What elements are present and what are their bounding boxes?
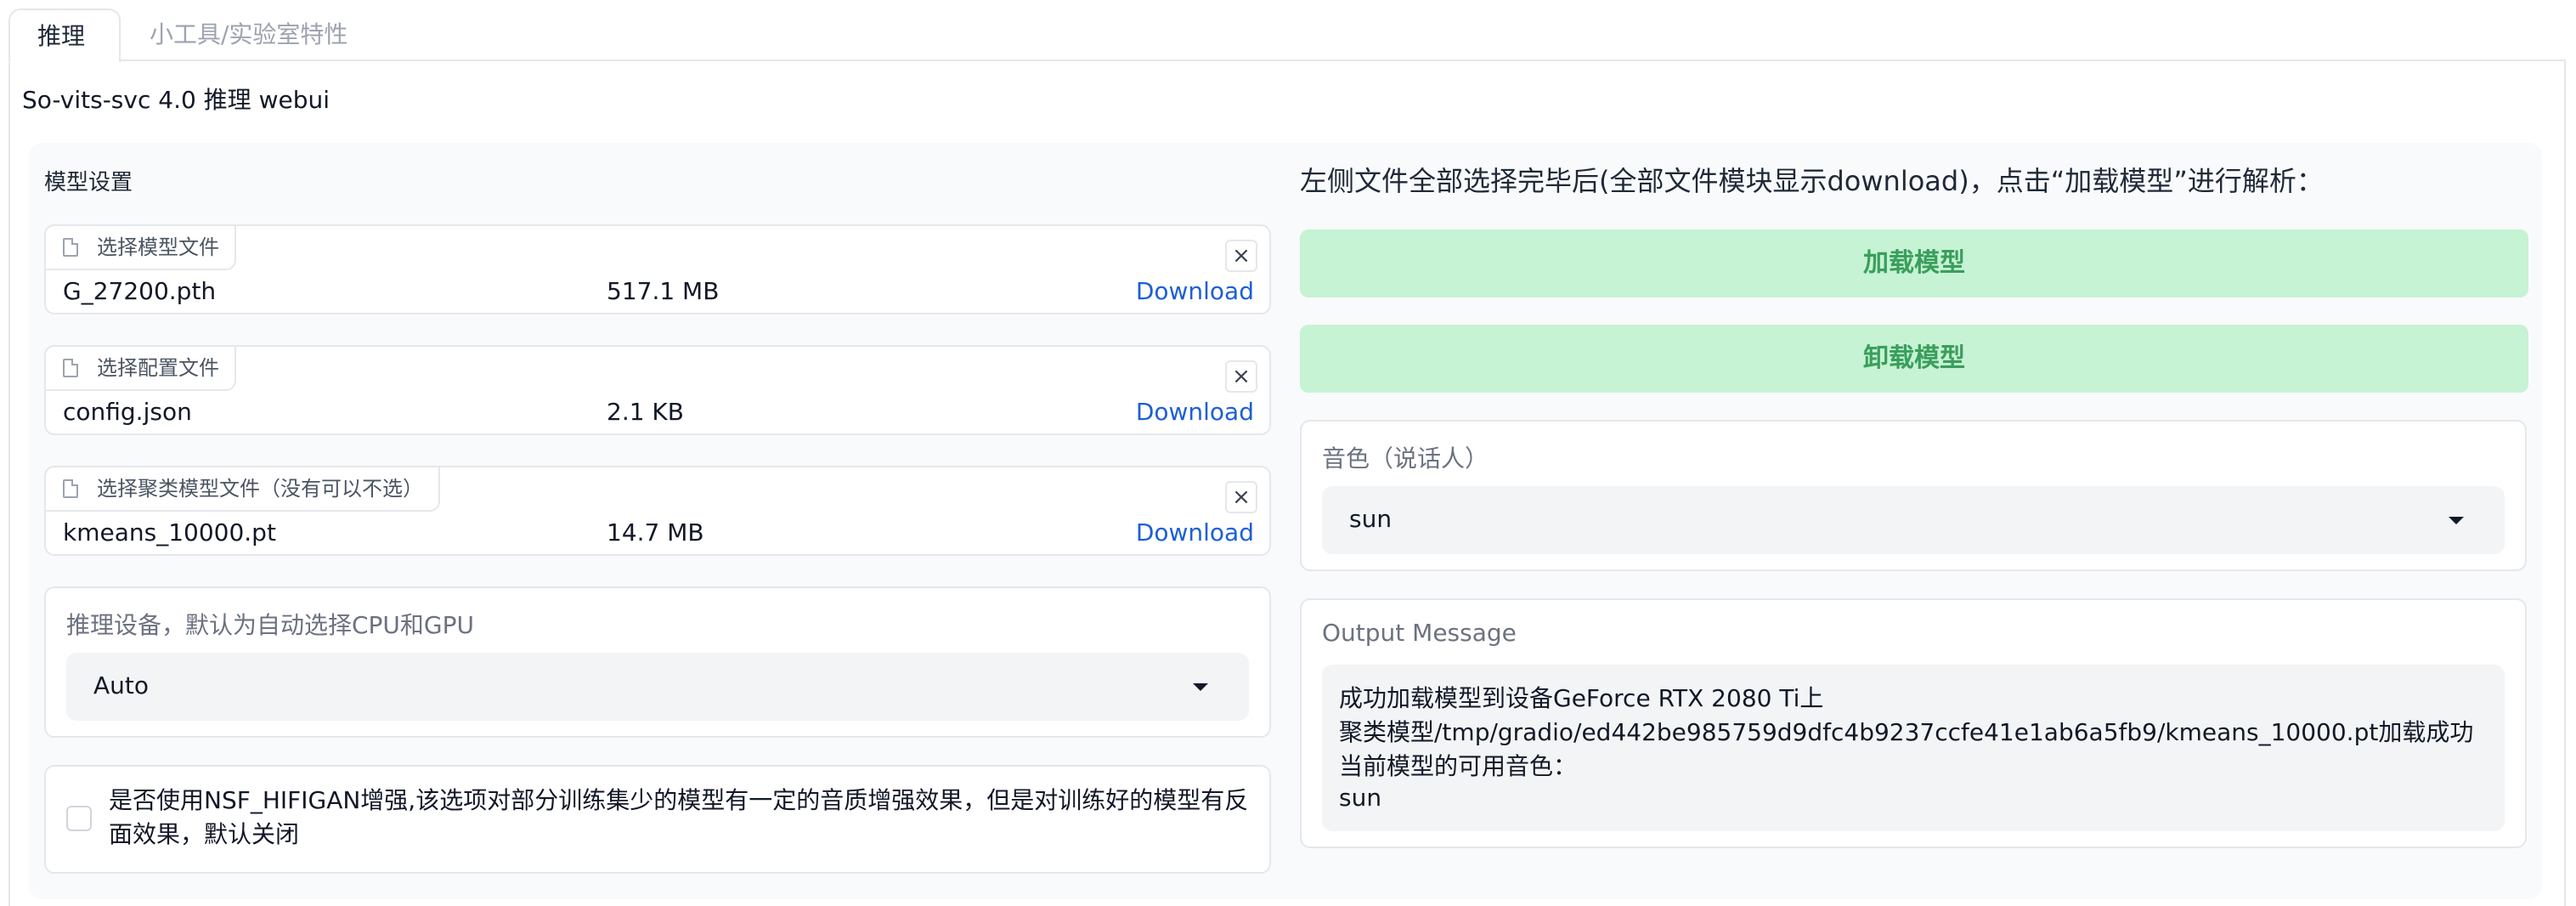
nsf-hifigan-label: 是否使用NSF_HIFIGAN增强,该选项对部分训练集少的模型有一定的音质增强效… (109, 786, 1249, 848)
speaker-select-block: 音色（说话人） sun (1300, 420, 2527, 571)
device-dropdown[interactable]: Auto (66, 653, 1249, 721)
config-file-upload: 选择配置文件 × config.json 2.1 KB Download (44, 345, 1271, 435)
file-name: kmeans_10000.pt (63, 518, 276, 546)
file-icon (63, 238, 78, 257)
file-label: 选择配置文件 (44, 345, 236, 391)
download-link[interactable]: Download (1136, 518, 1254, 546)
load-hint-text: 左侧文件全部选择完毕后(全部文件模块显示download)，点击“加载模型”进行… (1300, 165, 2324, 197)
unload-model-button[interactable]: 卸载模型 (1300, 325, 2528, 393)
chevron-down-icon (1193, 683, 1208, 691)
speaker-select-label: 音色（说话人） (1322, 445, 1489, 473)
file-label-text: 选择模型文件 (97, 235, 219, 259)
file-label: 选择聚类模型文件（没有可以不选） (44, 466, 440, 512)
output-line: sun (1339, 784, 1382, 812)
output-message-label: Output Message (1322, 619, 1517, 647)
device-select-block: 推理设备，默认为自动选择CPU和GPU Auto (44, 586, 1271, 738)
speaker-dropdown-value: sun (1349, 505, 1393, 533)
cluster-file-upload: 选择聚类模型文件（没有可以不选） × kmeans_10000.pt 14.7 … (44, 466, 1271, 556)
file-size: 14.7 MB (607, 518, 704, 546)
output-message-block: Output Message 成功加载模型到设备GeForce RTX 2080… (1300, 598, 2527, 848)
nsf-hifigan-checkbox[interactable] (66, 806, 92, 831)
load-model-button[interactable]: 加载模型 (1300, 229, 2528, 297)
clear-file-button[interactable]: × (1225, 240, 1257, 272)
output-message-textbox[interactable]: 成功加载模型到设备GeForce RTX 2080 Ti上 聚类模型/tmp/g… (1322, 665, 2505, 831)
clear-file-button[interactable]: × (1225, 481, 1257, 513)
tab-tools-lab[interactable]: 小工具/实验室特性 (122, 8, 375, 59)
output-line: 成功加载模型到设备GeForce RTX 2080 Ti上 (1339, 684, 1824, 712)
tab-inference[interactable]: 推理 (8, 8, 121, 63)
clear-file-button[interactable]: × (1225, 360, 1257, 393)
tab-bar: 推理 小工具/实验室特性 (8, 8, 2566, 63)
speaker-dropdown[interactable]: sun (1322, 486, 2505, 554)
model-file-upload: 选择模型文件 × G_27200.pth 517.1 MB Download (44, 224, 1271, 314)
file-icon (63, 359, 78, 377)
device-dropdown-value: Auto (93, 671, 150, 699)
output-line: 聚类模型/tmp/gradio/ed442be985759d9dfc4b9237… (1339, 718, 2474, 746)
chevron-down-icon (2449, 517, 2464, 524)
section-label-model-settings: 模型设置 (44, 170, 133, 195)
download-link[interactable]: Download (1136, 277, 1254, 305)
file-name: G_27200.pth (63, 277, 217, 305)
file-icon (63, 479, 78, 498)
file-size: 517.1 MB (607, 277, 720, 305)
download-link[interactable]: Download (1136, 398, 1254, 426)
file-name: config.json (63, 398, 192, 426)
nsf-hifigan-block: 是否使用NSF_HIFIGAN增强,该选项对部分训练集少的模型有一定的音质增强效… (44, 765, 1271, 874)
file-label-text: 选择聚类模型文件（没有可以不选） (97, 477, 423, 501)
file-label-text: 选择配置文件 (97, 356, 219, 380)
file-label: 选择模型文件 (44, 224, 236, 270)
output-line: 当前模型的可用音色： (1339, 752, 1578, 780)
file-size: 2.1 KB (607, 398, 684, 426)
device-select-label: 推理设备，默认为自动选择CPU和GPU (66, 611, 475, 639)
page-title: So-vits-svc 4.0 推理 webui (22, 86, 330, 114)
